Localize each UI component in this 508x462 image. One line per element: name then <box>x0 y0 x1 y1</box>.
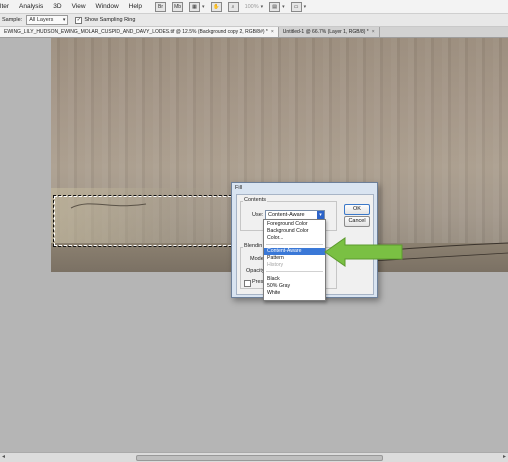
use-label: Use: <box>252 212 264 218</box>
ok-button[interactable]: OK <box>344 204 370 215</box>
tab-document-main[interactable]: EWING_LILY_HUDSON_EWING_MOLAR_CUSPID_AND… <box>0 27 279 37</box>
menu-3d[interactable]: 3D <box>48 3 66 10</box>
menubar-tools: Br Mb ▦ ▾ ✋ ⌕ 100% ▾ ▤ ▾ ▭ ▾ <box>155 1 307 12</box>
tab-label: Untitled-1 @ 66.7% (Layer 1, RGB/8) * <box>282 29 369 35</box>
screen-mode-icon[interactable]: ▭ <box>290 1 302 12</box>
tab-label: EWING_LILY_HUDSON_EWING_MOLAR_CUSPID_AND… <box>4 29 268 35</box>
scrollbar-thumb[interactable] <box>136 455 383 461</box>
menu-window[interactable]: Window <box>91 3 124 10</box>
sampling-ring-option[interactable]: ✓ Show Sampling Ring <box>75 16 136 24</box>
chevron-down-icon[interactable]: ▾ <box>317 211 324 219</box>
dropdown-item-pattern[interactable]: Pattern <box>264 255 325 262</box>
menu-analysis[interactable]: Analysis <box>14 3 48 10</box>
hand-tool-icon[interactable]: ✋ <box>210 1 222 12</box>
chevron-down-icon[interactable]: ▾ <box>304 4 307 10</box>
chevron-down-icon[interactable]: ▾ <box>202 4 205 10</box>
contents-label: Contents <box>243 197 268 203</box>
scroll-left-icon[interactable]: ◂ <box>2 453 5 460</box>
dropdown-item-black[interactable]: Black <box>264 276 325 283</box>
preserve-transparency-checkbox[interactable] <box>244 280 251 287</box>
menu-separator <box>266 244 323 245</box>
chevron-down-icon[interactable]: ▾ <box>282 4 285 10</box>
zoom-level[interactable]: 100% <box>245 4 259 10</box>
scroll-right-icon[interactable]: ▸ <box>503 453 506 460</box>
chevron-down-icon[interactable]: ▾ <box>261 4 264 10</box>
dropdown-item-foreground-color[interactable]: Foreground Color <box>264 221 325 228</box>
options-bar: Sample: All Layers ✓ Show Sampling Ring <box>0 14 508 27</box>
menu-filter[interactable]: lter <box>0 3 14 10</box>
guides-icon[interactable]: ▦ <box>189 1 201 12</box>
bridge-icon[interactable]: Br <box>155 1 167 12</box>
menu-view[interactable]: View <box>67 3 91 10</box>
menu-bar: lter Analysis 3D View Window Help Br Mb … <box>0 0 508 14</box>
menu-help[interactable]: Help <box>124 3 147 10</box>
dropdown-item-50-gray[interactable]: 50% Gray <box>264 283 325 290</box>
minibridge-icon[interactable]: Mb <box>172 1 184 12</box>
zoom-tool-icon[interactable]: ⌕ <box>227 1 239 12</box>
dropdown-item-content-aware[interactable]: Content-Aware <box>264 248 325 255</box>
blending-label: Blendin <box>243 243 264 249</box>
use-value: Content-Aware <box>268 212 305 218</box>
sampling-ring-label: Show Sampling Ring <box>84 17 136 23</box>
use-dropdown-list: Foreground Color Background Color Color.… <box>263 219 326 301</box>
dropdown-item-color[interactable]: Color... <box>264 235 325 242</box>
document-tab-bar: EWING_LILY_HUDSON_EWING_MOLAR_CUSPID_AND… <box>0 27 508 38</box>
menu-separator <box>266 271 323 272</box>
sample-select[interactable]: All Layers <box>26 15 69 25</box>
checkbox-icon[interactable]: ✓ <box>75 16 83 24</box>
dropdown-item-history: History <box>267 262 284 268</box>
green-arrow-icon <box>324 237 403 267</box>
dropdown-item-background-color[interactable]: Background Color <box>264 228 325 235</box>
sample-label: Sample: <box>2 17 23 23</box>
dialog-title: Fill <box>235 185 243 191</box>
cancel-button[interactable]: Cancel <box>344 216 370 227</box>
dropdown-item-white[interactable]: White <box>264 290 325 297</box>
arrange-documents-icon[interactable]: ▤ <box>269 1 281 12</box>
tab-document-untitled[interactable]: Untitled-1 @ 66.7% (Layer 1, RGB/8) * × <box>279 27 380 37</box>
marquee-selection[interactable] <box>53 195 247 247</box>
close-icon[interactable]: × <box>271 29 274 35</box>
close-icon[interactable]: × <box>372 29 375 35</box>
